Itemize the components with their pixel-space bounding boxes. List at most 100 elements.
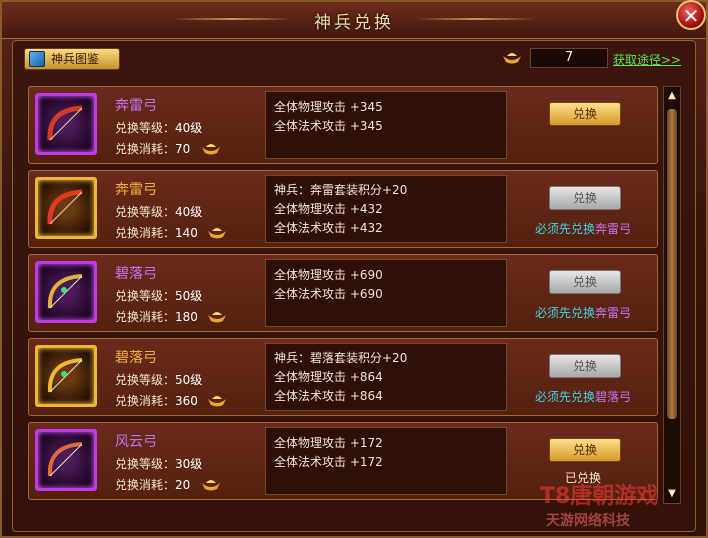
redeem-button[interactable]: 兑换	[549, 354, 621, 378]
item-name: 风云弓	[115, 434, 157, 450]
cost-value: 70	[175, 142, 191, 156]
item-stats: 全体物理攻击 +690 全体法术攻击 +690	[265, 259, 507, 327]
stat-line: 全体法术攻击 +345	[274, 119, 383, 133]
cost-value: 360	[175, 394, 198, 408]
title-bar: 神兵兑换	[2, 2, 706, 39]
obtain-method-link[interactable]: 获取途径>>	[613, 51, 681, 68]
item-cost: 兑换消耗：180	[115, 308, 198, 325]
level-label: 兑换等级：	[115, 289, 176, 303]
redeem-button[interactable]: 兑换	[549, 102, 621, 126]
gold-ingot-icon	[208, 396, 226, 407]
stat-line: 全体物理攻击 +690	[274, 268, 383, 282]
requirement-text: 必须先兑换碧落弓	[535, 388, 631, 405]
watermark-logo: T8唐朝游戏	[540, 484, 659, 509]
close-button[interactable]: ✕	[676, 0, 706, 30]
level-value: 30级	[175, 457, 203, 471]
item-thumbnail[interactable]	[35, 261, 97, 323]
atlas-button[interactable]: 神兵图鉴	[24, 48, 120, 70]
redeem-button[interactable]: 兑换	[549, 438, 621, 462]
gold-ingot-icon	[503, 53, 521, 64]
item-stats: 神兵：奔雷套装积分+20 全体物理攻击 +432 全体法术攻击 +432	[265, 175, 507, 243]
item-level: 兑换等级：30级	[115, 455, 202, 472]
level-label: 兑换等级：	[115, 457, 176, 471]
level-value: 40级	[175, 205, 203, 219]
cost-value: 20	[175, 478, 191, 492]
currency-amount: 7	[530, 48, 608, 68]
item-stats: 全体物理攻击 +345 全体法术攻击 +345	[265, 91, 507, 159]
item-name: 碧落弓	[115, 350, 157, 366]
item-cost: 兑换消耗：360	[115, 392, 198, 409]
bow-icon	[47, 358, 83, 393]
cost-value: 140	[175, 226, 198, 240]
item-level: 兑换等级：40级	[115, 203, 202, 220]
cost-value: 180	[175, 310, 198, 324]
item-stats: 全体物理攻击 +172 全体法术攻击 +172	[265, 427, 507, 495]
book-icon	[29, 51, 45, 67]
scroll-thumb[interactable]	[667, 109, 677, 419]
bow-icon	[47, 105, 83, 141]
bow-icon	[47, 442, 83, 477]
scroll-up-icon[interactable]: ▲	[666, 89, 678, 103]
item-stats: 神兵：碧落套装积分+20 全体物理攻击 +864 全体法术攻击 +864	[265, 343, 507, 411]
item-thumbnail[interactable]	[35, 429, 97, 491]
gold-ingot-icon	[208, 228, 226, 239]
stat-line: 全体物理攻击 +345	[274, 100, 383, 114]
level-label: 兑换等级：	[115, 373, 176, 387]
item-thumbnail[interactable]	[35, 93, 97, 155]
requirement-item: 碧落弓	[595, 390, 632, 404]
requirement-item: 奔雷弓	[595, 306, 632, 320]
level-value: 40级	[175, 121, 203, 135]
item-cost: 兑换消耗：70	[115, 140, 190, 157]
item-cost: 兑换消耗：20	[115, 476, 190, 493]
requirement-item: 奔雷弓	[595, 222, 632, 236]
redeem-button[interactable]: 兑换	[549, 270, 621, 294]
stat-line: 全体法术攻击 +432	[274, 221, 383, 235]
cost-label: 兑换消耗：	[115, 478, 176, 492]
item-name: 碧落弓	[115, 266, 157, 282]
requirement-prefix: 必须先兑换	[535, 390, 596, 404]
item-name: 奔雷弓	[115, 98, 157, 114]
close-icon: ✕	[682, 4, 700, 28]
bow-icon	[47, 189, 83, 225]
item-row: 奔雷弓 兑换等级：40级 兑换消耗：70 全体物理攻击 +345 全体法术攻击 …	[28, 86, 658, 164]
requirement-text: 必须先兑换奔雷弓	[535, 304, 631, 321]
cost-label: 兑换消耗：	[115, 142, 176, 156]
level-label: 兑换等级：	[115, 121, 176, 135]
cost-label: 兑换消耗：	[115, 310, 176, 324]
item-row: 碧落弓 兑换等级：50级 兑换消耗：180 全体物理攻击 +690 全体法术攻击…	[28, 254, 658, 332]
level-label: 兑换等级：	[115, 205, 176, 219]
gold-ingot-icon	[208, 312, 226, 323]
gold-ingot-icon	[202, 144, 220, 155]
window-title: 神兵兑换	[314, 13, 394, 33]
item-row: 碧落弓 兑换等级：50级 兑换消耗：360 神兵：碧落套装积分+20 全体物理攻…	[28, 338, 658, 416]
item-cost: 兑换消耗：140	[115, 224, 198, 241]
stat-line: 全体法术攻击 +864	[274, 389, 383, 403]
cost-label: 兑换消耗：	[115, 226, 176, 240]
watermark-subtitle: 天游网络科技	[546, 513, 630, 529]
requirement-prefix: 必须先兑换	[535, 222, 596, 236]
bow-icon	[47, 274, 83, 309]
item-level: 兑换等级：40级	[115, 119, 202, 136]
level-value: 50级	[175, 373, 203, 387]
stat-line: 全体法术攻击 +690	[274, 287, 383, 301]
list-scrollbar[interactable]: ▲ ▼	[663, 86, 681, 504]
item-thumbnail[interactable]	[35, 345, 97, 407]
item-thumbnail[interactable]	[35, 177, 97, 239]
requirement-text: 必须先兑换奔雷弓	[535, 220, 631, 237]
gold-ingot-icon	[202, 480, 220, 491]
requirement-prefix: 必须先兑换	[535, 306, 596, 320]
stat-line: 神兵：奔雷套装积分+20	[274, 183, 408, 197]
stat-line: 全体物理攻击 +432	[274, 202, 383, 216]
cost-label: 兑换消耗：	[115, 394, 176, 408]
redeem-button[interactable]: 兑换	[549, 186, 621, 210]
stat-line: 神兵：碧落套装积分+20	[274, 351, 408, 365]
atlas-button-label: 神兵图鉴	[51, 52, 100, 66]
item-level: 兑换等级：50级	[115, 287, 202, 304]
item-name: 奔雷弓	[115, 182, 157, 198]
site-watermark: T8唐朝游戏 天游网络科技	[540, 478, 700, 534]
item-row: 奔雷弓 兑换等级：40级 兑换消耗：140 神兵：奔雷套装积分+20 全体物理攻…	[28, 170, 658, 248]
stat-line: 全体物理攻击 +864	[274, 370, 383, 384]
item-level: 兑换等级：50级	[115, 371, 202, 388]
level-value: 50级	[175, 289, 203, 303]
stat-line: 全体物理攻击 +172	[274, 436, 383, 450]
